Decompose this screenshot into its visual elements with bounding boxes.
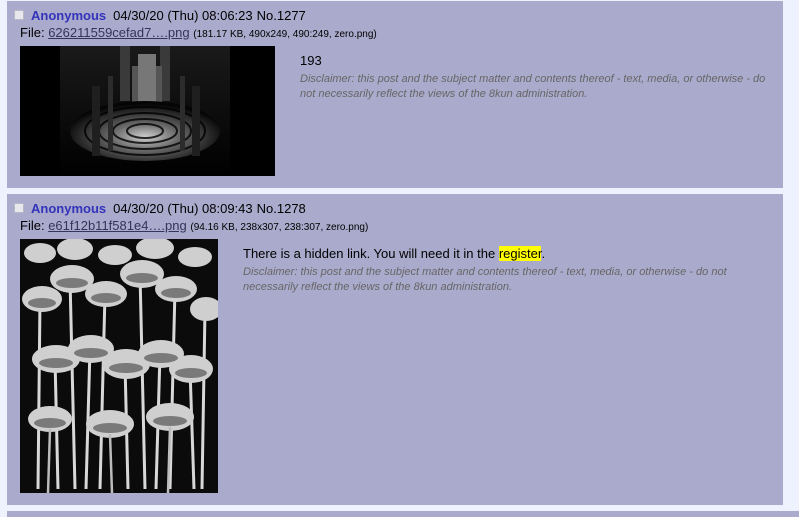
file-info: File: 626211559cefad7….png (181.17 KB, 4… <box>20 25 377 40</box>
post-image-thumbnail[interactable] <box>20 46 275 176</box>
file-label: File: <box>20 218 45 233</box>
poster-name: Anonymous <box>31 7 107 23</box>
post-disclaimer: Disclaimer: this post and the subject ma… <box>300 73 766 100</box>
post-1277: Anonymous 04/30/20 (Thu) 08:06:23 No.127… <box>7 1 783 188</box>
post-body: 193 <box>300 53 322 68</box>
post-header: Anonymous 04/30/20 (Thu) 08:09:43 No.127… <box>14 200 306 216</box>
post-body-text: There is a hidden link. You will need it… <box>243 246 499 261</box>
file-meta: (181.17 KB, 490x249, 490:249, zero.png) <box>193 29 377 40</box>
file-link[interactable]: 626211559cefad7….png <box>48 25 189 40</box>
mushrooms-image <box>20 239 218 493</box>
register-link[interactable]: register <box>499 246 542 261</box>
post-disclaimer: Disclaimer: this post and the subject ma… <box>243 266 727 293</box>
post-select-checkbox[interactable] <box>14 203 24 213</box>
next-post-edge <box>7 511 799 517</box>
post-number-link[interactable]: No.1277 <box>257 8 306 23</box>
post-1278: Anonymous 04/30/20 (Thu) 08:09:43 No.127… <box>7 194 783 505</box>
post-date: 04/30/20 (Thu) 08:06:23 <box>113 7 253 23</box>
post-body: There is a hidden link. You will need it… <box>243 246 545 261</box>
post-number-link[interactable]: No.1278 <box>257 201 306 216</box>
spiral-floor-image <box>20 46 275 176</box>
file-link[interactable]: e61f12b11f581e4….png <box>48 218 187 233</box>
post-select-checkbox[interactable] <box>14 10 24 20</box>
poster-name: Anonymous <box>31 200 107 216</box>
post-image-thumbnail[interactable] <box>20 239 218 493</box>
post-header: Anonymous 04/30/20 (Thu) 08:06:23 No.127… <box>14 7 306 23</box>
register-link-highlight[interactable]: register <box>498 246 542 261</box>
file-info: File: e61f12b11f581e4….png (94.16 KB, 23… <box>20 218 368 233</box>
file-label: File: <box>20 25 45 40</box>
file-meta: (94.16 KB, 238x307, 238:307, zero.png) <box>190 222 369 233</box>
post-body-suffix: . <box>541 246 546 261</box>
post-date: 04/30/20 (Thu) 08:09:43 <box>113 200 253 216</box>
